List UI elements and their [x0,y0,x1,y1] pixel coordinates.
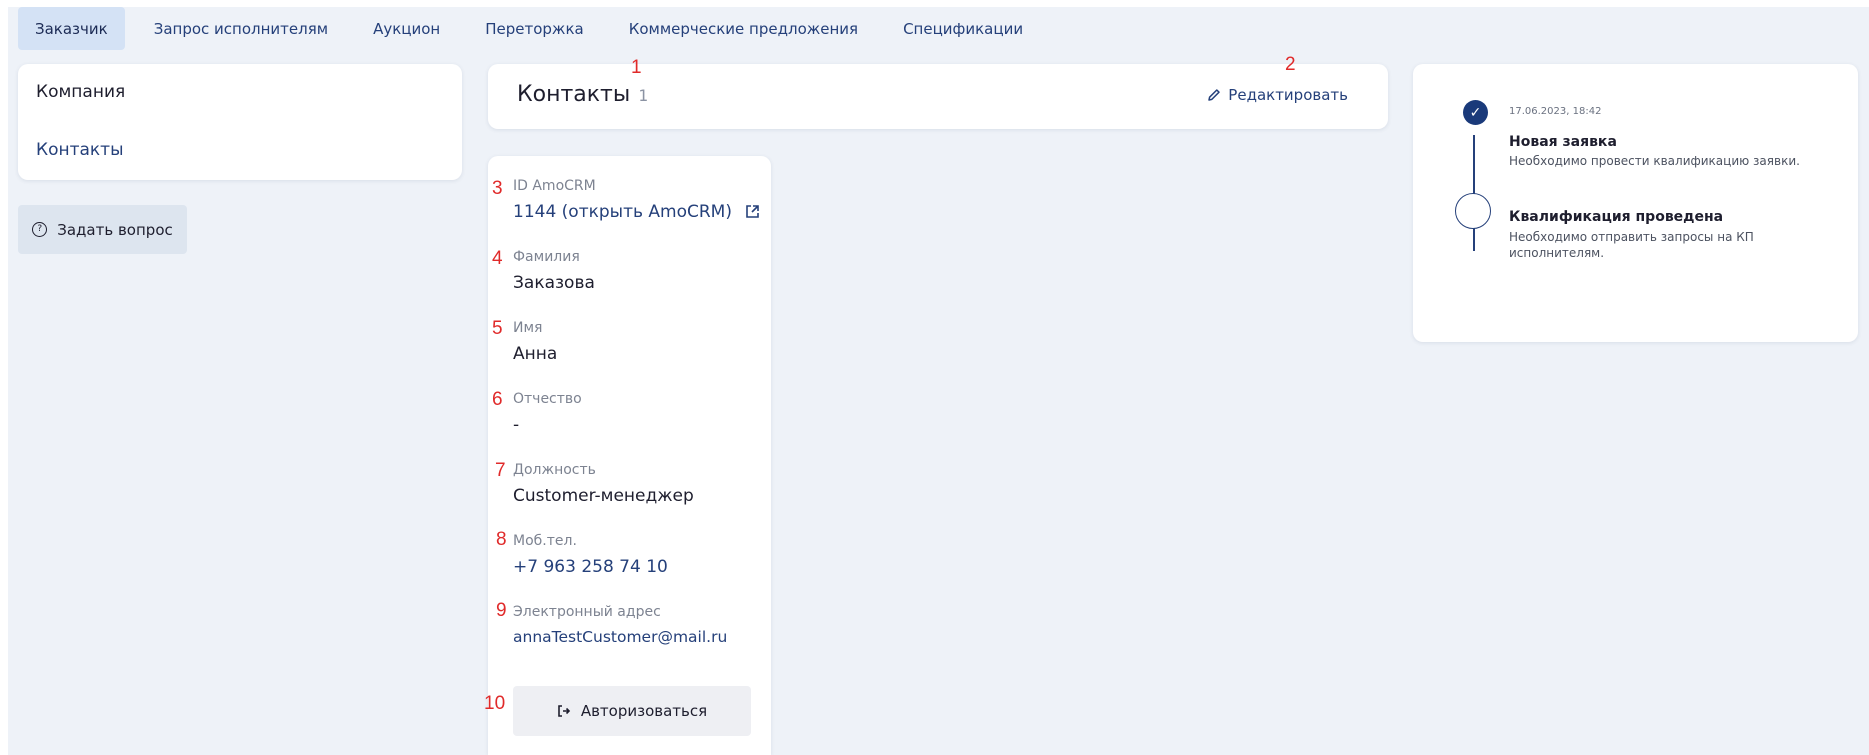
field-email: Электронный адрес annaTestCustomer@mail.… [513,604,727,646]
timeline-step-description: Необходимо провести квалификацию заявки. [1509,154,1800,168]
field-patronymic: Отчество - [513,391,582,435]
authorize-label: Авторизоваться [580,702,708,720]
login-icon [558,705,570,717]
field-label: ID AmoCRM [513,178,596,194]
contacts-header-card: Контакты 1 Редактировать [488,64,1388,129]
annotation-2: 2 [1285,54,1296,75]
page-title: Контакты 1 [517,82,648,107]
field-last-name: Фамилия Заказова [513,249,595,293]
field-position: Должность Customer-менеджер [513,462,694,506]
annotation-7: 7 [495,460,506,481]
field-label: Отчество [513,391,582,407]
edit-button[interactable]: Редактировать [1207,86,1348,104]
email-link[interactable]: annaTestCustomer@mail.ru [513,628,727,646]
field-value: Анна [513,344,558,364]
tab-rebidding[interactable]: Переторжка [468,7,600,50]
tab-auction[interactable]: Аукцион [356,7,457,50]
annotation-10: 10 [484,693,506,714]
field-first-name: Имя Анна [513,320,557,364]
contacts-count: 1 [638,86,648,105]
field-label: Должность [513,462,596,478]
timeline-step-title: Новая заявка [1509,134,1617,150]
tab-specifications[interactable]: Спецификации [886,7,1040,50]
field-label: Моб.тел. [513,533,577,549]
timeline-date: 17.06.2023, 18:42 [1509,106,1602,117]
nav-item-company[interactable]: Компания [36,82,125,102]
nav-item-contacts[interactable]: Контакты [36,140,124,160]
field-label: Электронный адрес [513,604,661,620]
field-label: Фамилия [513,249,580,265]
phone-link[interactable]: +7 963 258 74 10 [513,557,668,577]
amocrm-link[interactable]: 1144 (открыть AmoCRM) [513,202,760,222]
authorize-button[interactable]: Авторизоваться [513,686,751,736]
status-timeline-card: ✓ 17.06.2023, 18:42 Новая заявка Необход… [1413,64,1858,342]
tab-bar: Заказчик Запрос исполнителям Аукцион Пер… [18,7,1051,50]
annotation-4: 4 [492,248,503,269]
timeline-step-title: Квалификация проведена [1509,209,1724,225]
ask-question-button[interactable]: ? Задать вопрос [18,205,187,254]
field-mobile-phone: Моб.тел. +7 963 258 74 10 [513,533,668,577]
tab-customer[interactable]: Заказчик [18,7,125,50]
field-value: - [513,415,520,435]
page-title-text: Контакты [517,82,631,107]
tab-commercial-offers[interactable]: Коммерческие предложения [612,7,875,50]
question-circle-icon: ? [32,222,48,237]
annotation-8: 8 [496,529,507,550]
external-link-icon [746,205,760,218]
pencil-icon [1208,89,1221,101]
annotation-1: 1 [631,57,642,78]
pending-step-icon [1455,193,1491,229]
check-icon: ✓ [1463,100,1488,125]
annotation-3: 3 [492,178,503,199]
annotation-6: 6 [492,389,503,410]
field-value: Customer-менеджер [513,486,694,506]
ask-question-label: Задать вопрос [57,220,173,239]
section-nav-card: Компания Контакты [18,64,462,180]
tab-executor-request[interactable]: Запрос исполнителям [137,7,345,50]
amocrm-link-text: 1144 (открыть AmoCRM) [513,202,732,222]
field-label: Имя [513,320,543,336]
annotation-9: 9 [496,600,507,621]
edit-label: Редактировать [1228,86,1348,104]
field-value: Заказова [513,273,595,293]
timeline-step-description: Необходимо отправить запросы на КП испол… [1509,230,1754,260]
field-amocrm-id: ID AmoCRM 1144 (открыть AmoCRM) [513,178,760,222]
annotation-5: 5 [492,318,503,339]
contact-details-card: ID AmoCRM 1144 (открыть AmoCRM) Фамилия … [488,156,771,755]
